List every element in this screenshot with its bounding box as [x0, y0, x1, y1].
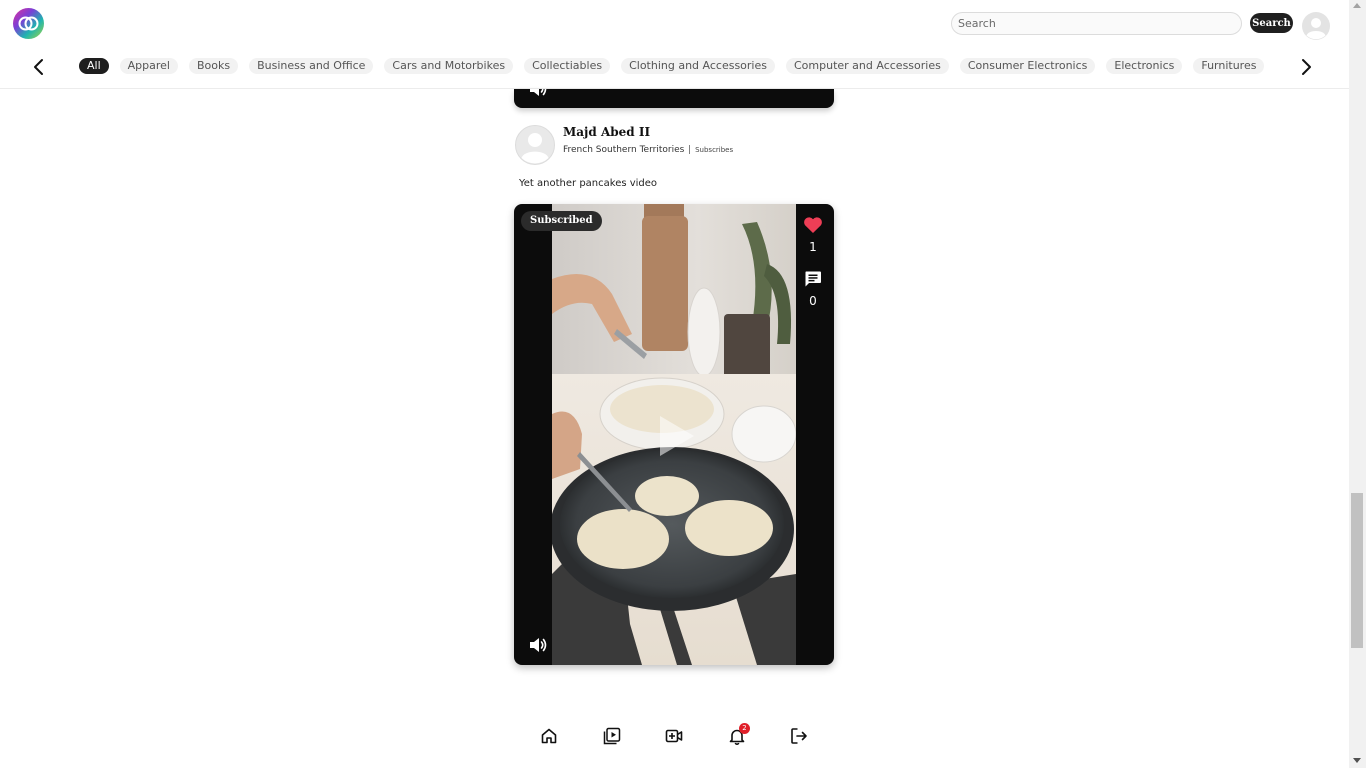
category-chip-consumer-electronics[interactable]: Consumer Electronics: [959, 58, 1096, 74]
page-scrollbar[interactable]: [1349, 0, 1366, 768]
logout-icon[interactable]: [790, 727, 808, 745]
category-chip-business-and-office[interactable]: Business and Office: [249, 58, 374, 74]
category-chip-books[interactable]: Books: [188, 58, 239, 74]
author-avatar[interactable]: [515, 125, 555, 165]
category-chip-collectiables[interactable]: Collectiables: [524, 58, 611, 74]
subscribe-link[interactable]: Subscribes: [695, 146, 733, 154]
category-chip-electronics[interactable]: Electronics: [1106, 58, 1183, 74]
category-chips: All Apparel Books Business and Office Cars a…: [79, 57, 1265, 77]
meta-separator: |: [688, 145, 692, 155]
category-chip-computer-and-accessories[interactable]: Computer and Accessories: [786, 58, 949, 74]
chevron-right-icon[interactable]: [1296, 57, 1316, 77]
category-chip-clothing-and-accessories[interactable]: Clothing and Accessories: [621, 58, 775, 74]
home-icon[interactable]: [540, 727, 558, 745]
chevron-left-icon[interactable]: [29, 57, 49, 77]
like-count: 1: [809, 240, 817, 254]
previous-video-card[interactable]: [514, 89, 834, 108]
volume-icon[interactable]: [528, 636, 548, 654]
category-chip-cars-and-motorbikes[interactable]: Cars and Motorbikes: [384, 58, 514, 74]
heart-icon[interactable]: [803, 216, 823, 234]
play-icon[interactable]: [656, 414, 696, 458]
video-library-icon[interactable]: [603, 727, 621, 745]
category-chip-furnitures[interactable]: Furnitures: [1193, 58, 1265, 74]
scrollbar-thumb[interactable]: [1351, 493, 1363, 649]
search-input[interactable]: [951, 12, 1242, 35]
notification-badge: 2: [739, 723, 750, 734]
user-avatar-icon[interactable]: [1302, 12, 1330, 40]
comment-count: 0: [809, 294, 817, 308]
author-meta: French Southern Territories | Subscribes: [563, 145, 733, 155]
volume-icon[interactable]: [528, 89, 548, 98]
author-name[interactable]: Majd Abed II: [563, 125, 650, 139]
add-video-icon[interactable]: [665, 727, 683, 745]
category-chip-all[interactable]: All: [79, 58, 109, 74]
video-card[interactable]: Subscribed 1 0: [514, 204, 834, 665]
author-location: French Southern Territories: [563, 145, 685, 155]
category-chip-apparel[interactable]: Apparel: [119, 58, 178, 74]
post-caption: Yet another pancakes video: [519, 178, 658, 189]
search-button[interactable]: Search: [1250, 13, 1293, 33]
subscribed-badge: Subscribed: [521, 211, 602, 231]
scroll-down-arrow-icon[interactable]: [1353, 758, 1361, 763]
comment-icon[interactable]: [804, 270, 822, 288]
scroll-up-arrow-icon[interactable]: [1353, 3, 1361, 8]
category-bar: All Apparel Books Business and Office Cars a…: [0, 48, 1349, 89]
app-logo-icon[interactable]: [13, 8, 44, 39]
